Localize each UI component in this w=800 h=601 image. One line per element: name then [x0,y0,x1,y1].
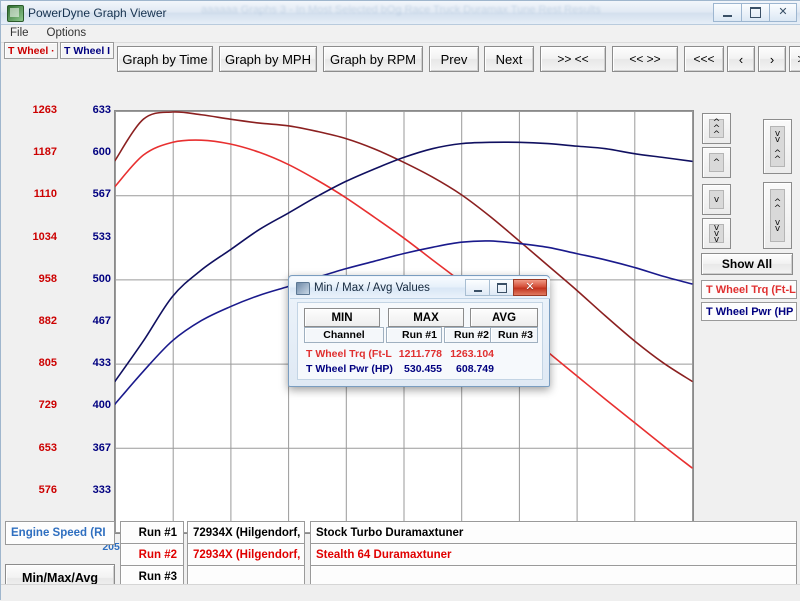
header-run1: Run #1 [386,327,442,343]
header-run3: Run #3 [490,327,538,343]
y-tick-power: 633 [92,104,111,116]
y-tick-torque: 1034 [32,230,57,243]
run1-desc[interactable]: Stock Turbo Duramaxtuner [310,521,797,545]
window-titlebar: PowerDyne Graph Viewer aaaaaa Graphs 3 -… [1,1,800,25]
graph-by-time-button[interactable]: Graph by Time [117,46,213,72]
status-bar [1,584,800,601]
scroll-bottom-button[interactable]: vvv [702,218,731,249]
dialog-titlebar[interactable]: Min / Max / Avg Values ✕ [290,277,550,299]
show-all-button[interactable]: Show All [701,253,793,275]
minimize-icon[interactable] [713,3,741,22]
avg-tab[interactable]: AVG [470,308,538,327]
y-tick-torque: 958 [38,272,57,285]
dialog-row-channel-power: T Wheel Pwr (HP) [306,363,393,375]
axis-header-torque[interactable]: T Wheel · [4,42,58,59]
y-tick-torque: 576 [38,483,57,496]
down-up-icon: v v ^ ^ [770,126,785,167]
expand-out-button[interactable]: << >> [612,46,678,72]
maximize-icon[interactable] [741,3,769,22]
header-channel: Channel [304,327,384,343]
y-tick-power: 433 [92,357,111,370]
dialog-row-torque-run2: 1263.104 [450,348,494,360]
run2-label: Run #2 [120,543,184,567]
dialog-row-torque-run1: 1211.778 [398,348,442,360]
y-tick-torque: 1263 [32,104,57,116]
window-title-ghost: aaaaaa Graphs 3 - In Most Selected bOg R… [201,4,601,16]
y-tick-power: 367 [92,441,111,454]
scroll-top-button[interactable]: ^ ^ ^ [702,113,731,144]
dialog-row-power-run1: 530.455 [404,363,442,375]
app-root: PowerDyne Graph Viewer aaaaaa Graphs 3 -… [0,0,800,601]
expand-in-button[interactable]: >> << [540,46,606,72]
y-tick-torque: 653 [38,441,57,454]
double-down-icon: vvv [709,223,724,244]
y-tick-power: 600 [92,146,111,159]
y-tick-power: 400 [92,399,111,412]
y-tick-torque: 1110 [33,188,57,201]
double-up-icon: ^ ^ ^ [709,118,724,139]
menu-options[interactable]: Options [38,25,96,43]
close-icon[interactable]: ✕ [769,3,797,22]
window-title: PowerDyne Graph Viewer [28,6,167,20]
down-icon: v [709,190,724,209]
x-channel-field[interactable]: Engine Speed (RI [5,521,115,545]
window-controls: ✕ [713,3,797,22]
page-left-button[interactable]: <<< [684,46,724,72]
y-tick-torque: 1187 [33,146,57,159]
max-tab[interactable]: MAX [388,308,464,327]
y-tick-torque: 805 [38,357,57,370]
dialog-body: MIN MAX AVG Channel Run #1 Run #2 Run #3… [297,302,543,380]
run2-desc[interactable]: Stealth 64 Duramaxtuner [310,543,797,567]
step-right-button[interactable]: › [758,46,786,72]
dialog-icon [296,282,310,295]
main-window: PowerDyne Graph Viewer aaaaaa Graphs 3 -… [0,0,800,601]
min-tab[interactable]: MIN [304,308,380,327]
dialog-close-icon[interactable]: ✕ [513,279,547,296]
dialog-row-channel-torque: T Wheel Trq (Ft-L [306,348,392,360]
up-icon: ^ [709,153,724,172]
step-left-button[interactable]: ‹ [727,46,755,72]
dialog-maximize-icon[interactable] [489,279,513,296]
y-tick-power: 567 [92,188,111,201]
legend-torque[interactable]: T Wheel Trq (Ft-L [701,280,797,299]
run2-file[interactable]: 72934X (Hilgendorf, 1 [187,543,305,567]
y-tick-power: 333 [92,483,111,496]
toolbar: Graph by Time Graph by MPH Graph by RPM … [1,43,800,75]
prev-button[interactable]: Prev [429,46,479,72]
zoom-expand-button[interactable]: ^ ^ v v [763,182,792,249]
legend-power[interactable]: T Wheel Pwr (HP [701,302,797,321]
menu-file[interactable]: File [1,25,38,43]
scroll-down-button[interactable]: v [702,184,731,215]
up-down-icon: ^ ^ v v [770,189,785,242]
dialog-minimize-icon[interactable] [465,279,489,296]
header-run2: Run #2 [444,327,494,343]
dialog-window-controls: ✕ [465,279,547,296]
axis-header-power[interactable]: T Wheel I [60,42,114,59]
run1-file[interactable]: 72934X (Hilgendorf, 1 [187,521,305,545]
min-max-avg-dialog[interactable]: Min / Max / Avg Values ✕ MIN MAX AVG Cha… [288,275,550,387]
y-tick-torque: 729 [38,399,57,412]
next-button[interactable]: Next [484,46,534,72]
zoom-contract-button[interactable]: v v ^ ^ [763,119,792,174]
y-tick-power: 467 [92,315,111,327]
scroll-up-button[interactable]: ^ [702,147,731,178]
y-tick-torque: 882 [38,315,57,327]
app-icon [7,5,24,22]
menubar: File Options [1,25,800,43]
y-tick-power: 500 [92,272,111,285]
dialog-row-power-run2: 608.749 [456,363,494,375]
run1-label: Run #1 [120,521,184,545]
graph-by-rpm-button[interactable]: Graph by RPM [323,46,423,72]
y-tick-power: 533 [92,230,111,243]
graph-by-mph-button[interactable]: Graph by MPH [219,46,317,72]
dialog-title: Min / Max / Avg Values [314,282,430,294]
page-right-button[interactable]: >>> [789,46,800,72]
